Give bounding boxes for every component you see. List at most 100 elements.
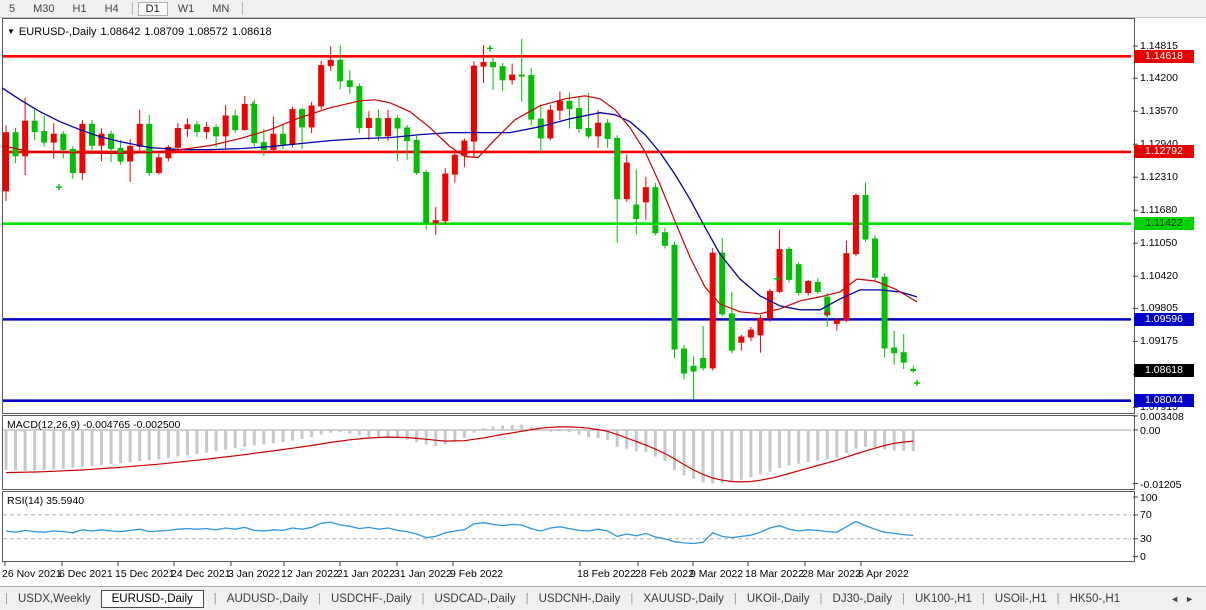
candle-body: [175, 129, 180, 148]
macd-signal-line: [6, 427, 913, 482]
tab-audusd-daily[interactable]: AUDUSD-,Daily: [222, 591, 313, 607]
tab-separator: |: [526, 593, 529, 605]
candle-body: [433, 221, 438, 223]
candle-body: [653, 188, 658, 233]
date-axis-label: 15 Dec 2021: [115, 568, 175, 580]
date-axis-label: 3 Jan 2022: [228, 568, 280, 580]
tab-scroll-arrows: ◄►: [1170, 594, 1200, 604]
chart-dropdown-icon[interactable]: ▼: [7, 27, 15, 36]
date-axis-label: 28 Feb 2022: [635, 568, 694, 580]
rsi-line: [6, 522, 913, 544]
candle-body: [300, 110, 305, 127]
tab-usdx-weekly[interactable]: USDX,Weekly: [13, 591, 96, 607]
tab-usoil-h1[interactable]: USOil-,H1: [990, 591, 1052, 607]
candle-body: [147, 124, 152, 172]
candle-body: [748, 330, 753, 337]
candle-body: [443, 174, 448, 221]
candle-body: [290, 110, 295, 145]
date-axis-label: 18 Mar 2022: [745, 568, 804, 580]
candle-body: [787, 250, 792, 280]
date-axis-label: 9 Feb 2022: [450, 568, 503, 580]
rsi-indicator-label: RSI(14) 35.5940: [7, 495, 84, 507]
candle-body: [529, 76, 534, 119]
tab-separator: |: [421, 593, 424, 605]
candle-body: [892, 348, 897, 353]
candle-body: [471, 66, 476, 141]
price-axis-label: 1.14200: [1140, 72, 1178, 84]
date-axis-label: 26 Nov 2021: [2, 568, 62, 580]
candle-body: [366, 119, 371, 128]
ohlc-high: 1.08709: [144, 26, 184, 38]
tab-separator: |: [630, 593, 633, 605]
trade-marker-icon: [56, 184, 62, 190]
tab-xauusd-daily[interactable]: XAUUSD-,Daily: [638, 591, 729, 607]
candle-body: [863, 196, 868, 239]
candle-body: [710, 253, 715, 368]
tab-usdchf-daily[interactable]: USDCHF-,Daily: [326, 591, 417, 607]
candle-body: [491, 63, 496, 67]
date-axis-label: 12 Jan 2022: [281, 568, 339, 580]
tab-uk100-h1[interactable]: UK100-,H1: [910, 591, 977, 607]
candle-body: [347, 81, 352, 87]
candle-body: [815, 283, 820, 292]
macd-indicator-label: MACD(12,26,9) -0.004765 -0.002500: [7, 419, 180, 431]
ohlc-open: 1.08642: [101, 26, 141, 38]
trading-platform-window: 5M30H1H4D1W1MN ▼EURUSD-,Daily1.086421.08…: [0, 0, 1206, 610]
rsi-axis-label: 30: [1140, 533, 1152, 545]
tab-eurusd-daily[interactable]: EURUSD-,Daily: [101, 590, 204, 608]
candle-body: [901, 353, 906, 362]
candle-body: [615, 138, 620, 198]
rsi-axis-label: 70: [1140, 509, 1152, 521]
tab-scroll-left-icon[interactable]: ◄: [1170, 594, 1185, 604]
candle-body: [13, 133, 18, 156]
candle-body: [911, 369, 916, 370]
price-axis-label: 1.11050: [1140, 237, 1177, 249]
candle-body: [261, 143, 266, 150]
price-axis-label: 1.12310: [1140, 171, 1178, 183]
macd-axis-label: -0.01205: [1140, 479, 1181, 491]
candle-body: [414, 141, 419, 173]
candle-body: [452, 155, 457, 174]
candle-body: [223, 116, 228, 136]
price-badge: 1.09596: [1134, 313, 1194, 326]
candle-body: [510, 75, 515, 80]
candle-body: [137, 124, 142, 146]
candle-body: [42, 132, 47, 142]
candle-body: [806, 281, 811, 292]
candle-body: [252, 104, 257, 142]
date-axis-label: 9 Mar 2022: [690, 568, 743, 580]
candle-body: [51, 134, 56, 142]
chart-symbol-label: EURUSD-,Daily: [19, 26, 97, 38]
candle-body: [424, 173, 429, 223]
tab-usdcad-daily[interactable]: USDCAD-,Daily: [429, 591, 520, 607]
candle-body: [357, 87, 362, 128]
tab-dj30-daily[interactable]: DJ30-,Daily: [828, 591, 897, 607]
tab-hk50-h1[interactable]: HK50-,H1: [1065, 591, 1126, 607]
trade-marker-icon: [487, 45, 493, 51]
tab-usdcnh-daily[interactable]: USDCNH-,Daily: [534, 591, 626, 607]
candle-body: [586, 129, 591, 136]
price-badge: 1.14618: [1134, 50, 1194, 63]
tab-separator: |: [902, 593, 905, 605]
date-axis-label: 21 Jan 2022: [337, 568, 395, 580]
candle-body: [32, 121, 37, 131]
candle-body: [185, 125, 190, 129]
candle-body: [214, 127, 219, 135]
candle-body: [882, 277, 887, 348]
candle-body: [662, 233, 667, 246]
candle-body: [61, 134, 66, 149]
candle-body: [672, 245, 677, 349]
candle-body: [634, 205, 639, 219]
tab-scroll-right-icon[interactable]: ►: [1185, 594, 1200, 604]
tab-separator: |: [734, 593, 737, 605]
candle-body: [577, 109, 582, 129]
candle-body: [500, 67, 505, 80]
rsi-axis-label: 100: [1140, 492, 1158, 504]
candle-body: [729, 314, 734, 350]
symbol-tab-bar: | USDX,Weekly EURUSD-,Daily | AUDUSD-,Daily |…: [0, 586, 1206, 610]
price-badge: 1.08044: [1134, 394, 1194, 407]
candle-body: [242, 104, 247, 129]
candle-body: [596, 123, 601, 136]
tab-ukoil-daily[interactable]: UKOil-,Daily: [742, 591, 815, 607]
candle-body: [118, 148, 123, 161]
